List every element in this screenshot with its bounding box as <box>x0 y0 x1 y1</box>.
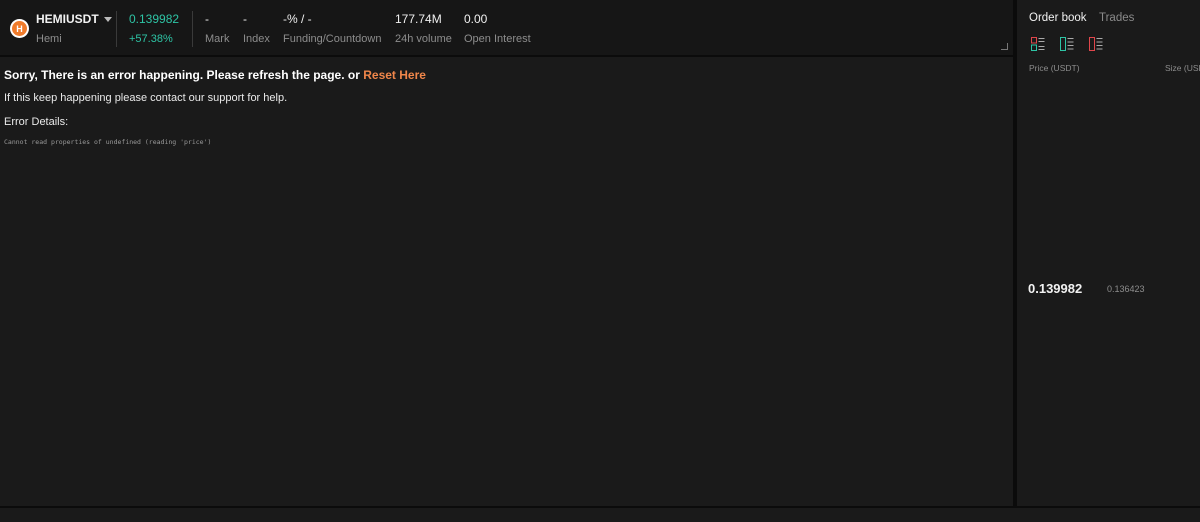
index-label: Index <box>243 33 270 45</box>
error-details-label: Error Details: <box>4 116 69 128</box>
bids-view-icon[interactable] <box>1060 37 1074 51</box>
price-change: +57.38% <box>129 33 173 45</box>
symbol-label: HEMIUSDT <box>36 12 99 26</box>
chevron-down-icon <box>103 16 112 22</box>
open-interest-value: 0.00 <box>464 12 488 26</box>
orderbook-panel: Order book Trades Price (USDT) Size (USD… <box>1017 0 1200 506</box>
mark-label: Mark <box>205 33 230 45</box>
hemi-coin-icon: H <box>10 19 29 38</box>
open-interest-label: Open Interest <box>464 33 531 45</box>
orderbook-mark-price: 0.136423 <box>1107 284 1145 294</box>
chart-panel: H HEMIUSDT Hemi 0.139982 +57.38% - Mark … <box>0 0 1013 506</box>
divider <box>192 11 193 47</box>
error-title: Sorry, There is an error happening. Plea… <box>4 68 426 82</box>
asks-view-icon[interactable] <box>1089 37 1103 51</box>
funding-value: -% / - <box>283 12 312 26</box>
size-column-header: Size (USDT) <box>1165 63 1200 73</box>
both-sides-view-icon[interactable] <box>1031 37 1045 51</box>
bottom-panel <box>0 508 1200 522</box>
error-help: If this keep happening please contact ou… <box>4 92 288 104</box>
resize-handle-icon[interactable] <box>1001 43 1008 50</box>
volume-label: 24h volume <box>395 33 452 45</box>
mark-value: - <box>205 12 209 26</box>
funding-label: Funding/Countdown <box>283 33 382 45</box>
error-title-text: Sorry, There is an error happening. Plea… <box>4 68 364 82</box>
ticker-bar: H HEMIUSDT Hemi 0.139982 +57.38% - Mark … <box>0 0 1013 57</box>
symbol-name: Hemi <box>36 33 62 45</box>
orderbook-last-price: 0.139982 <box>1028 281 1083 296</box>
index-value: - <box>243 12 247 26</box>
tab-trades[interactable]: Trades <box>1099 12 1134 24</box>
price-column-header: Price (USDT) <box>1029 63 1080 73</box>
reset-here-link[interactable]: Reset Here <box>363 68 426 82</box>
divider <box>116 11 117 47</box>
tab-order-book[interactable]: Order book <box>1029 12 1087 24</box>
last-price: 0.139982 <box>129 12 180 26</box>
error-message: Cannot read properties of undefined (rea… <box>4 138 212 146</box>
volume-value: 177.74M <box>395 12 442 26</box>
symbol-selector[interactable]: HEMIUSDT <box>36 12 112 26</box>
